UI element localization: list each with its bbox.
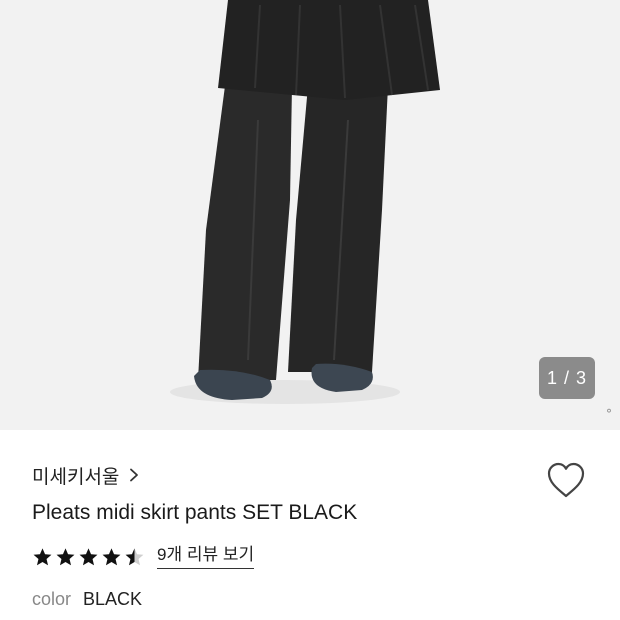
star-icon (33, 547, 52, 565)
star-icon (125, 547, 144, 565)
product-photo[interactable]: ° 1 / 3 (0, 0, 620, 430)
product-photo-illustration: ° (0, 0, 620, 430)
star-icon (102, 547, 121, 565)
product-title: Pleats midi skirt pants SET BLACK (32, 501, 358, 524)
color-value: BLACK (83, 589, 143, 609)
star-icon (56, 547, 75, 565)
brand-name: 미세키서울 (32, 466, 120, 488)
rating-stars (32, 547, 145, 568)
review-link[interactable]: 9개 리뷰 보기 (157, 545, 255, 569)
rating-row: 9개 리뷰 보기 (32, 543, 255, 571)
color-label: color (32, 589, 72, 609)
brand-link[interactable]: 미세키서울 (32, 462, 139, 488)
svg-text:°: ° (606, 407, 612, 421)
chevron-right-icon (130, 468, 139, 482)
color-row: color BLACK (32, 589, 142, 610)
page-indicator: 1 / 3 (539, 357, 595, 399)
heart-outline-icon[interactable] (545, 460, 587, 500)
star-icon (79, 547, 98, 565)
